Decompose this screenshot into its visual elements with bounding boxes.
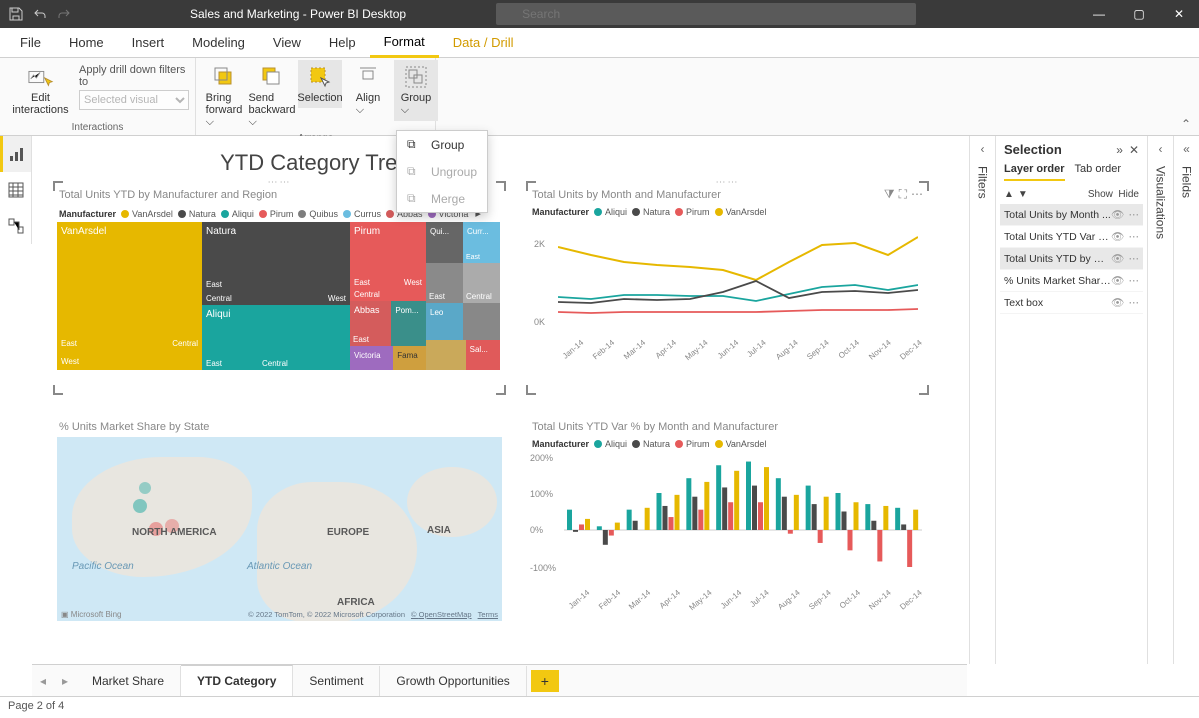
visibility-icon[interactable]: 👁 bbox=[1111, 296, 1124, 309]
map-body[interactable]: NORTH AMERICA EUROPE ASIA AFRICA Pacific… bbox=[57, 437, 502, 621]
chevron-left-icon[interactable]: ‹ bbox=[981, 142, 985, 156]
fields-pane[interactable]: « Fields bbox=[1173, 136, 1199, 664]
terms-link[interactable]: Terms bbox=[478, 610, 498, 619]
focus-icon[interactable]: ⛶ bbox=[899, 187, 907, 202]
hide-link[interactable]: Hide bbox=[1118, 189, 1139, 200]
report-view-icon[interactable] bbox=[0, 136, 31, 172]
status-bar: Page 2 of 4 bbox=[0, 696, 1199, 718]
dropdown-group[interactable]: ⧉Group bbox=[397, 131, 487, 158]
page-prev-icon[interactable]: ◂ bbox=[32, 674, 54, 688]
visibility-icon[interactable]: 👁 bbox=[1111, 208, 1124, 221]
selection-item[interactable]: Total Units by Month ...👁⋯ bbox=[1000, 204, 1143, 226]
visibility-icon[interactable]: 👁 bbox=[1111, 230, 1124, 243]
save-icon[interactable] bbox=[8, 6, 24, 22]
menu-data-drill[interactable]: Data / Drill bbox=[439, 29, 528, 56]
selection-item[interactable]: Total Units YTD Var % ...👁⋯ bbox=[1000, 226, 1143, 248]
more-icon[interactable]: ⋯ bbox=[911, 187, 923, 202]
more-icon[interactable]: ⋯ bbox=[1129, 209, 1140, 221]
dropdown-merge: ⧉Merge bbox=[397, 185, 487, 212]
grip-icon[interactable]: ⋯⋯ bbox=[268, 177, 292, 188]
undo-icon[interactable] bbox=[32, 6, 48, 22]
drill-filter-select[interactable]: Selected visual bbox=[79, 90, 189, 110]
app-title: Sales and Marketing - Power BI Desktop bbox=[190, 7, 406, 21]
page-tab-market-share[interactable]: Market Share bbox=[76, 666, 181, 696]
redo-icon[interactable] bbox=[56, 6, 72, 22]
canvas-area[interactable]: YTD Category Trend ⋯⋯ Total Units YTD by… bbox=[32, 136, 967, 664]
menu-file[interactable]: File bbox=[6, 29, 55, 56]
dropdown-ungroup: ⧉Ungroup bbox=[397, 158, 487, 185]
filters-pane[interactable]: ‹ Filters bbox=[969, 136, 995, 664]
expand-icon[interactable]: » bbox=[1116, 143, 1123, 157]
filter-icon[interactable]: ⧩ bbox=[884, 187, 895, 202]
send-backward-button[interactable]: Send backward ⌵ bbox=[250, 60, 294, 133]
close-pane-icon[interactable]: ✕ bbox=[1129, 143, 1139, 157]
menu-home[interactable]: Home bbox=[55, 29, 118, 56]
ribbon: Edit interactions Apply drill down filte… bbox=[0, 58, 1199, 136]
more-icon[interactable]: ⋯ bbox=[1129, 253, 1140, 265]
selection-item[interactable]: % Units Market Share ...👁⋯ bbox=[1000, 270, 1143, 292]
selection-item[interactable]: Total Units YTD by Ma...👁⋯ bbox=[1000, 248, 1143, 270]
show-link[interactable]: Show bbox=[1088, 189, 1113, 200]
page-tab-growth[interactable]: Growth Opportunities bbox=[380, 666, 526, 696]
osm-link[interactable]: © OpenStreetMap bbox=[411, 610, 472, 619]
treemap-visual[interactable]: ⋯⋯ Total Units YTD by Manufacturer and R… bbox=[56, 184, 503, 392]
map-visual[interactable]: % Units Market Share by State NORTH AMER… bbox=[56, 404, 503, 626]
chevron-double-left-icon[interactable]: « bbox=[1183, 142, 1190, 156]
add-page-button[interactable]: + bbox=[531, 670, 559, 692]
data-view-icon[interactable] bbox=[0, 172, 31, 208]
bring-forward-button[interactable]: Bring forward ⌵ bbox=[202, 60, 246, 133]
selection-pane: Selection »✕ Layer order Tab order ▲▼ Sh… bbox=[995, 136, 1147, 664]
more-icon[interactable]: ⋯ bbox=[1129, 297, 1140, 309]
visibility-icon[interactable]: 👁 bbox=[1111, 274, 1124, 287]
page-tabs: ◂ ▸ Market Share YTD Category Sentiment … bbox=[32, 664, 967, 696]
drill-filter-combo: Apply drill down filters to Selected vis… bbox=[79, 60, 189, 110]
group-icon: ⧉ bbox=[407, 137, 423, 152]
align-button[interactable]: Align⌵ bbox=[346, 60, 390, 121]
menu-insert[interactable]: Insert bbox=[118, 29, 179, 56]
group-button[interactable]: Group⌵ bbox=[394, 60, 438, 121]
page-next-icon[interactable]: ▸ bbox=[54, 674, 76, 688]
tab-layer-order[interactable]: Layer order bbox=[1004, 163, 1065, 181]
left-rail bbox=[0, 136, 32, 244]
page-tab-ytd-category[interactable]: YTD Category bbox=[181, 665, 293, 696]
menu-format[interactable]: Format bbox=[370, 28, 439, 58]
menubar: File Home Insert Modeling View Help Form… bbox=[0, 28, 1199, 58]
edit-interactions-button[interactable]: Edit interactions bbox=[6, 60, 75, 120]
menu-view[interactable]: View bbox=[259, 29, 315, 56]
barchart-visual[interactable]: Total Units YTD Var % by Month and Manuf… bbox=[529, 404, 926, 626]
selection-button[interactable]: Selection bbox=[298, 60, 342, 108]
group-dropdown: ⧉Group ⧉Ungroup ⧉Merge bbox=[396, 130, 488, 213]
move-up-icon[interactable]: ▲ bbox=[1004, 189, 1014, 200]
menu-help[interactable]: Help bbox=[315, 29, 370, 56]
more-icon[interactable]: ⋯ bbox=[1129, 275, 1140, 287]
model-view-icon[interactable] bbox=[0, 208, 31, 244]
minimize-button[interactable]: — bbox=[1079, 0, 1119, 28]
grip-icon[interactable]: ⋯⋯ bbox=[716, 177, 740, 188]
tab-tab-order[interactable]: Tab order bbox=[1075, 163, 1121, 181]
maximize-button[interactable]: ▢ bbox=[1119, 0, 1159, 28]
viz-pane[interactable]: ‹ Visualizations bbox=[1147, 136, 1173, 664]
titlebar: Sales and Marketing - Power BI Desktop —… bbox=[0, 0, 1199, 28]
page-tab-sentiment[interactable]: Sentiment bbox=[293, 666, 380, 696]
treemap-body[interactable]: VanArsdel East Central West Natura East … bbox=[57, 222, 502, 370]
selection-item[interactable]: Text box👁⋯ bbox=[1000, 292, 1143, 314]
visibility-icon[interactable]: 👁 bbox=[1111, 252, 1124, 265]
linechart-visual[interactable]: ⋯⋯ ⧩ ⛶ ⋯ Total Units by Month and Manufa… bbox=[529, 184, 926, 392]
ribbon-collapse-icon[interactable]: ⌃ bbox=[1181, 117, 1191, 131]
close-button[interactable]: ✕ bbox=[1159, 0, 1199, 28]
search-input[interactable] bbox=[496, 3, 916, 25]
ungroup-icon: ⧉ bbox=[407, 164, 423, 179]
more-icon[interactable]: ⋯ bbox=[1129, 231, 1140, 243]
merge-icon: ⧉ bbox=[407, 191, 423, 206]
move-down-icon[interactable]: ▼ bbox=[1018, 189, 1028, 200]
menu-modeling[interactable]: Modeling bbox=[178, 29, 259, 56]
chevron-left-icon[interactable]: ‹ bbox=[1159, 142, 1163, 156]
